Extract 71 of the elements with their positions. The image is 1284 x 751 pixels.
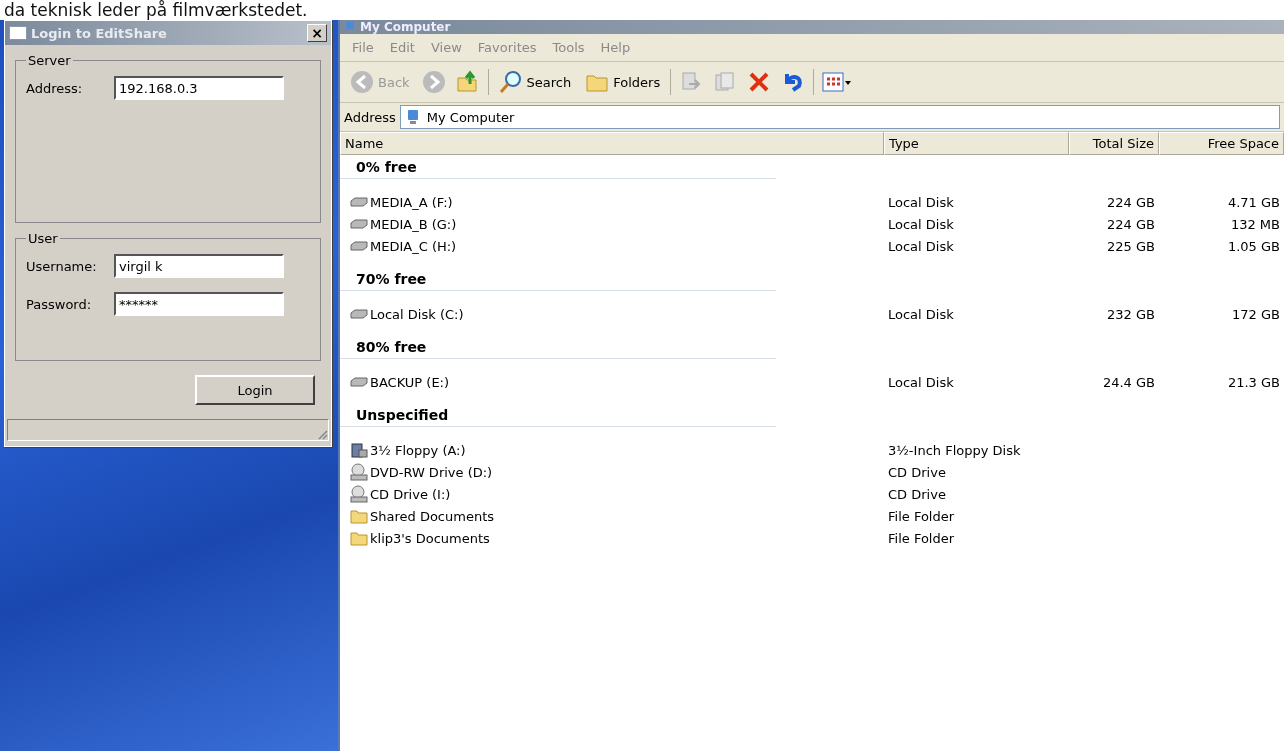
group-header: 0% free	[340, 155, 776, 179]
field-label: Password:	[26, 296, 93, 312]
window-title: My Computer	[360, 20, 451, 34]
free-space-cell-text: 21.3 GB	[1226, 374, 1281, 390]
total-size-cell-text: 24.4 GB	[1101, 374, 1156, 390]
group-header: Unspecified	[340, 403, 776, 427]
floppy-drive-icon	[350, 441, 368, 459]
type-cell-text: File Folder	[887, 530, 956, 546]
drive-item[interactable]: MEDIA_B (G:)	[340, 216, 884, 232]
address-text: My Computer	[426, 109, 515, 125]
hard-drive-icon	[350, 376, 368, 388]
computer-icon	[344, 21, 356, 33]
group-header: 70% free	[340, 267, 776, 291]
field-label: Address:	[26, 80, 84, 96]
column-header[interactable]: Free Space	[1159, 132, 1284, 155]
group-legend: User	[26, 231, 60, 246]
drive-item[interactable]: CD Drive (I:)	[340, 485, 884, 503]
hard-drive-icon	[350, 240, 368, 252]
hard-drive-icon	[350, 308, 368, 320]
column-header[interactable]: Total Size	[1069, 132, 1159, 155]
type-cell-text: Local Disk	[887, 194, 955, 210]
username-field[interactable]: virgil k	[114, 254, 284, 278]
window-icon	[9, 26, 27, 40]
type-cell-text: CD Drive	[887, 464, 947, 480]
folder-up-icon	[455, 70, 480, 94]
hard-drive-icon	[350, 196, 368, 208]
drive-item[interactable]: DVD-RW Drive (D:)	[340, 463, 884, 481]
drive-item[interactable]: 3½ Floppy (A:)	[340, 441, 884, 459]
type-cell-text: Local Disk	[887, 216, 955, 232]
hard-drive-icon	[350, 218, 368, 230]
drive-item[interactable]: BACKUP (E:)	[340, 374, 884, 390]
type-cell-text: File Folder	[887, 508, 956, 524]
total-size-cell-text: 225 GB	[1106, 238, 1156, 254]
drive-item[interactable]: MEDIA_C (H:)	[340, 238, 884, 254]
column-header[interactable]: Name	[340, 132, 884, 155]
cd-drive-icon	[350, 485, 368, 503]
close-button[interactable]: ×	[307, 24, 327, 42]
search-button[interactable]: Search	[494, 68, 576, 96]
views-grid-icon	[822, 71, 853, 93]
login-button[interactable]: Login	[195, 375, 315, 405]
drive-item[interactable]: MEDIA_A (F:)	[340, 194, 884, 210]
address-bar[interactable]: My Computer	[399, 105, 1280, 129]
type-cell-text: Local Disk	[887, 238, 955, 254]
search-icon	[498, 70, 523, 94]
free-space-cell-text: 1.05 GB	[1226, 238, 1281, 254]
folder-icon	[350, 508, 368, 524]
free-space-cell-text: 172 GB	[1231, 306, 1281, 322]
caption-text: da teknisk leder på filmværkstedet.	[3, 0, 309, 20]
field-label: Username:	[26, 258, 98, 274]
drive-item[interactable]: Local Disk (C:)	[340, 306, 884, 322]
password-field[interactable]: ******	[114, 292, 284, 316]
total-size-cell-text: 232 GB	[1106, 306, 1156, 322]
dialog-title: Login to EditShare	[31, 25, 168, 41]
group-legend: Server	[26, 53, 73, 68]
address-label: Address	[344, 109, 396, 125]
type-cell-text: Local Disk	[887, 306, 955, 322]
cd-drive-icon	[350, 463, 368, 481]
drive-item[interactable]: klip3's Documents	[340, 530, 884, 546]
group-header: 80% free	[340, 335, 776, 359]
type-cell-text: Local Disk	[887, 374, 955, 390]
total-size-cell-text: 224 GB	[1106, 216, 1156, 232]
address-field[interactable]: 192.168.0.3	[114, 76, 284, 100]
drive-item[interactable]: Shared Documents	[340, 508, 884, 524]
free-space-cell-text: 4.71 GB	[1226, 194, 1281, 210]
folders-button[interactable]: Folders	[581, 69, 665, 95]
type-cell-text: 3½-Inch Floppy Disk	[887, 442, 1022, 458]
folder-icon	[350, 530, 368, 546]
free-space-cell-text: 132 MB	[1229, 216, 1281, 232]
column-header[interactable]: Type	[884, 132, 1069, 155]
type-cell-text: CD Drive	[887, 486, 947, 502]
total-size-cell-text: 224 GB	[1106, 194, 1156, 210]
